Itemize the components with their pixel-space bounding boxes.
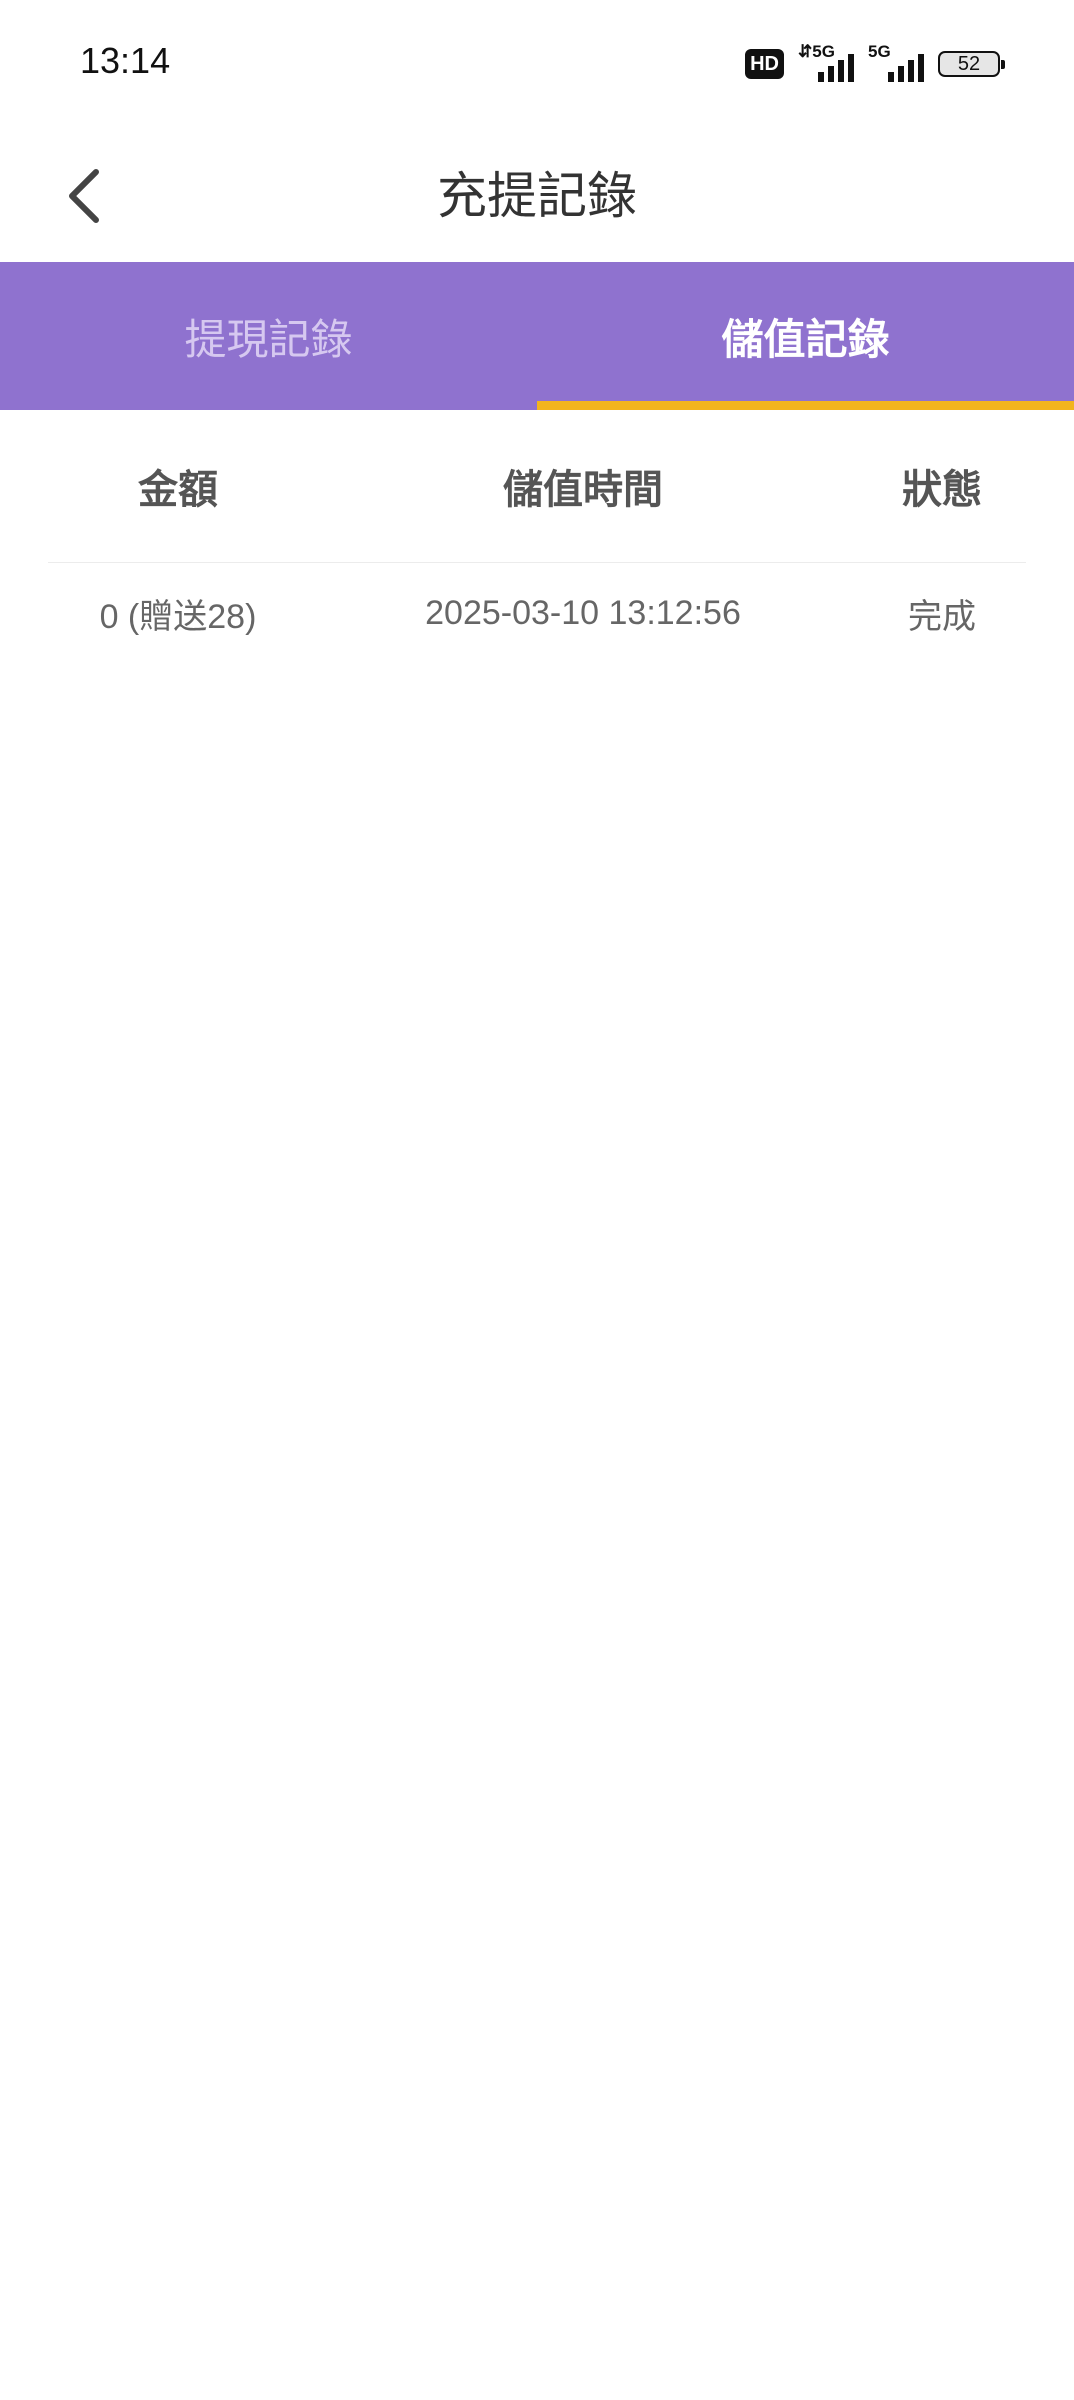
header-amount: 金額 [138, 467, 218, 513]
records-table: 金額 儲值時間 狀態 0 (贈送28) 2025-03-10 13:12:56 … [48, 410, 1026, 663]
status-icons: HD ⇵5G 5G 52 [745, 42, 1005, 86]
tab-recharge-records[interactable]: 儲值記錄 [537, 262, 1074, 410]
table-header: 金額 儲值時間 狀態 [48, 410, 1026, 563]
cell-amount: 0 (贈送28) [99, 597, 257, 636]
header-recharge-time: 儲值時間 [503, 467, 663, 513]
battery-level: 52 [957, 52, 981, 75]
header-status: 狀態 [902, 467, 982, 513]
battery-icon: 52 [938, 51, 1005, 77]
page-title: 充提記錄 [437, 167, 637, 225]
cell-recharge-time: 2025-03-10 13:12:56 [425, 593, 741, 632]
signal-5g-icon: ⇵5G [798, 42, 854, 82]
signal-5g-secondary-icon: 5G [868, 42, 924, 82]
tab-recharge-label: 儲值記錄 [721, 314, 890, 364]
back-button[interactable] [48, 158, 120, 234]
chevron-left-icon [69, 169, 99, 223]
hd-voice-icon: HD [745, 49, 784, 79]
tab-withdrawal-label: 提現記錄 [184, 314, 353, 364]
cell-status: 完成 [908, 597, 976, 636]
status-time: 13:14 [80, 40, 171, 81]
recharge-records-page: 13:14 HD ⇵5G 5G 52 充提記錄 提現記錄 儲值記錄 金額 儲值時… [0, 0, 1074, 2400]
table-row: 0 (贈送28) 2025-03-10 13:12:56 完成 [48, 563, 1026, 663]
status-bar: 13:14 HD ⇵5G 5G 52 [0, 0, 1074, 130]
title-bar: 充提記錄 [0, 130, 1074, 262]
tab-withdrawal-records[interactable]: 提現記錄 [0, 262, 537, 410]
record-tabs: 提現記錄 儲值記錄 [0, 262, 1074, 410]
